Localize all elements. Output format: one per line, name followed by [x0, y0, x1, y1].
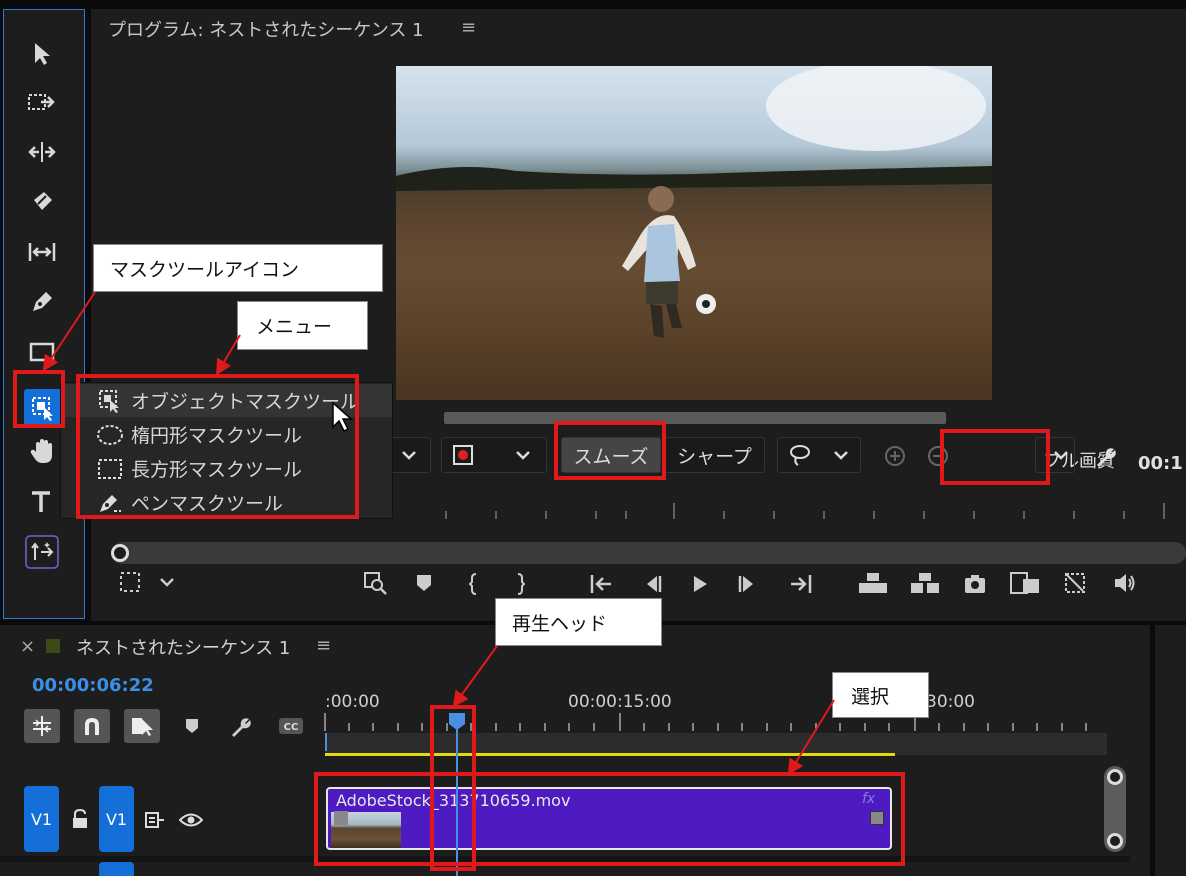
add-point-icon[interactable]	[884, 445, 906, 467]
render-status-bar	[325, 753, 895, 756]
volume-icon[interactable]	[1113, 571, 1137, 595]
ripple-edit-tool-icon[interactable]	[22, 132, 62, 172]
sharp-quality-button[interactable]: シャープ	[664, 437, 765, 473]
selection-tool-icon[interactable]	[22, 34, 62, 74]
work-area-start	[325, 733, 327, 751]
scroll-handle-top[interactable]	[1107, 769, 1123, 785]
go-to-out-icon[interactable]	[787, 573, 813, 595]
ruler-label: :00:00	[325, 692, 380, 712]
wrench-icon[interactable]	[230, 715, 254, 739]
zoom-search-icon[interactable]	[363, 571, 387, 595]
type-tool-icon[interactable]	[22, 482, 62, 522]
highlight-menu	[76, 374, 359, 519]
play-icon[interactable]	[689, 573, 711, 595]
pen-tool-icon[interactable]	[22, 282, 62, 322]
rectangle-tool-icon[interactable]	[22, 332, 62, 372]
zoom-dropdown[interactable]	[387, 437, 431, 473]
track-source-v1[interactable]: V1	[99, 786, 134, 852]
chevron-down-icon	[516, 451, 530, 460]
highlight-mask-tool	[13, 370, 65, 428]
mark-out-icon[interactable]	[515, 573, 525, 595]
lock-icon[interactable]	[70, 808, 90, 830]
extract-icon[interactable]	[909, 571, 941, 595]
lift-icon[interactable]	[857, 571, 889, 595]
premiere-workspace: プログラム: ネストされたシーケンス 1 ≡ スムーズ シャープ フル画質 00…	[0, 0, 1186, 876]
callout-mask-tool-icon: マスクツールアイコン	[93, 244, 383, 292]
callout-menu: メニュー	[237, 301, 368, 350]
sequence-color-label	[46, 639, 60, 653]
safe-margins-icon[interactable]	[119, 571, 177, 593]
timeline-timecode[interactable]: 00:00:06:22	[32, 675, 154, 696]
tools-panel	[3, 9, 85, 619]
video-preview[interactable]	[396, 66, 992, 400]
track-v2[interactable]	[99, 862, 134, 876]
track-select-tool-icon[interactable]	[22, 82, 62, 122]
ruler-label: 00:00:15:00	[568, 692, 672, 712]
monitor-scroll-bar[interactable]	[444, 412, 946, 424]
hand-tool-icon[interactable]	[22, 432, 62, 472]
chevron-down-icon	[1054, 451, 1068, 460]
vertical-scroll-bar[interactable]	[1104, 766, 1126, 852]
scroll-handle-bottom[interactable]	[1107, 833, 1123, 849]
go-to-in-icon[interactable]	[589, 573, 615, 595]
ruler-label: 30:00	[926, 692, 975, 712]
callout-playhead: 再生ヘッド	[495, 598, 662, 646]
record-icon	[453, 445, 473, 465]
export-frame-icon[interactable]	[963, 573, 987, 595]
mark-in-icon[interactable]	[469, 573, 479, 595]
step-forward-icon[interactable]	[737, 573, 759, 595]
snap-magnet-icon[interactable]	[74, 709, 110, 743]
highlight-quality	[940, 429, 1050, 485]
wrench-icon[interactable]	[1095, 445, 1119, 469]
close-icon[interactable]: ×	[20, 636, 35, 657]
timeline-title[interactable]: ネストされたシーケンス 1	[76, 634, 290, 660]
add-marker-icon[interactable]	[415, 573, 433, 593]
track-divider	[0, 756, 325, 762]
program-timecode[interactable]: 00:1	[1138, 453, 1183, 474]
captions-icon[interactable]: CC	[278, 717, 304, 735]
lasso-icon	[790, 445, 810, 466]
track-target-v1[interactable]: V1	[24, 786, 59, 852]
side-panel	[1155, 625, 1186, 876]
comparison-view-icon[interactable]	[1009, 571, 1041, 595]
chevron-down-icon	[402, 451, 416, 460]
nest-sequence-icon[interactable]	[24, 709, 60, 743]
chevron-down-icon	[834, 451, 848, 460]
toggle-proxies-icon[interactable]	[1063, 571, 1087, 595]
eye-icon[interactable]	[179, 811, 203, 829]
panel-menu-icon[interactable]: ≡	[316, 635, 331, 656]
scrub-handle[interactable]	[111, 544, 129, 562]
slip-tool-icon[interactable]	[22, 232, 62, 272]
svg-text:CC: CC	[284, 722, 299, 733]
highlight-clip	[314, 772, 905, 866]
panel-menu-icon[interactable]: ≡	[461, 17, 476, 38]
highlight-smooth	[554, 421, 666, 480]
sync-lock-icon[interactable]	[144, 811, 166, 829]
razor-tool-icon[interactable]	[22, 182, 62, 222]
callout-selection: 選択	[832, 672, 929, 718]
scrub-bar[interactable]	[111, 542, 1186, 564]
comparison-view-dropdown[interactable]	[441, 437, 547, 473]
lasso-dropdown[interactable]	[777, 437, 861, 473]
add-marker-icon[interactable]	[184, 717, 200, 735]
generative-extend-tool-icon[interactable]	[22, 532, 62, 572]
linked-selection-icon[interactable]	[124, 709, 160, 743]
step-back-icon[interactable]	[641, 573, 663, 595]
program-monitor-title: プログラム: ネストされたシーケンス 1	[108, 20, 424, 41]
